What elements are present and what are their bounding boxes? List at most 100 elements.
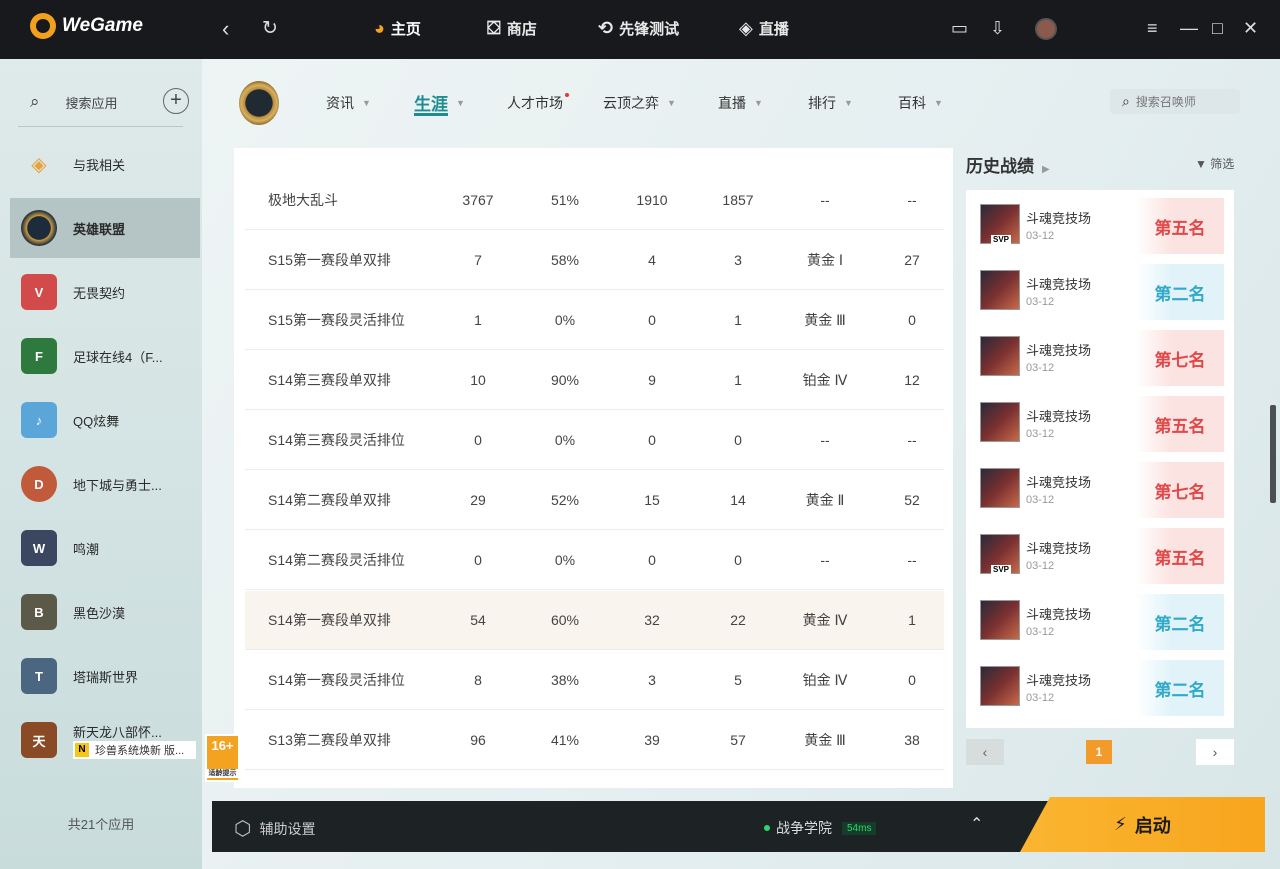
table-row[interactable]: S14第二赛段单双排 29 52% 15 14 黄金 Ⅱ 52 [245, 471, 944, 530]
placement-badge: 第二名 [1136, 264, 1224, 320]
age-rating: 16+ [211, 738, 234, 753]
sidebar-item-lol[interactable]: 英雄联盟 [10, 198, 200, 258]
messages-icon[interactable]: ▭ [951, 18, 968, 39]
sidebar-item-related[interactable]: ◈ 与我相关 [10, 134, 200, 194]
sidebar-item-label: 足球在线4（F... [73, 349, 163, 365]
age-rating-note: 适龄提示 [207, 769, 238, 778]
chevron-down-icon: ▼ [844, 98, 853, 108]
maximize-icon[interactable]: □ [1212, 18, 1223, 39]
game-mode: 斗魂竞技场 [1026, 541, 1092, 556]
sidebar-item-fifa[interactable]: F 足球在线4（F... [10, 326, 200, 386]
table-row[interactable]: S15第一赛段单双排 7 58% 4 3 黄金 Ⅰ 27 [245, 231, 944, 290]
summoner-search-input[interactable]: ⌕ 搜索召唤师 [1110, 89, 1240, 114]
match-date: 03-12 [1026, 296, 1055, 308]
tab-wiki[interactable]: 百科 ▼ [898, 93, 943, 113]
tier-cell: -- [820, 192, 830, 208]
tab-career[interactable]: 生涯 ▼ [414, 90, 465, 116]
nav-store-label: 商店 [506, 21, 537, 38]
table-row[interactable]: S14第一赛段单双排 54 60% 32 22 黄金 Ⅳ 1 [245, 591, 944, 650]
winrate-cell: 41% [550, 732, 580, 748]
winrate-cell: 0% [554, 432, 576, 448]
back-icon[interactable]: ‹ [222, 16, 229, 42]
sidebar-item-label: 无畏契约 [73, 285, 126, 301]
prev-page-button[interactable]: ‹ [966, 739, 1004, 765]
launch-bar: ⬡ 辅助设置 战争学院 54ms ⌃ ⚡ 启动 [212, 797, 1265, 852]
tab-label: 百科 [898, 95, 926, 111]
assist-settings-button[interactable]: ⬡ 辅助设置 [234, 816, 315, 841]
minimize-icon[interactable]: — [1180, 18, 1198, 39]
menu-icon[interactable]: ≡ [1147, 18, 1158, 39]
wins-cell: 15 [644, 492, 660, 508]
sidebar-item-tlbb[interactable]: 天 新天龙八部怀... [10, 710, 200, 770]
filter-label: 筛选 [1210, 157, 1235, 171]
sidebar-item-qqx5[interactable]: ♪ QQ炫舞 [10, 390, 200, 450]
table-row[interactable]: S14第三赛段灵活排位 0 0% 0 0 -- -- [245, 411, 944, 470]
match-history-item[interactable]: 斗魂竞技场 03-12 第五名 [966, 194, 1224, 254]
winrate-cell: 52% [550, 492, 580, 508]
nav-home[interactable]: ◕ 主页 [374, 18, 421, 39]
table-row[interactable]: S15第一赛段灵活排位 1 0% 0 1 黄金 Ⅲ 0 [245, 291, 944, 350]
table-row[interactable]: S14第二赛段灵活排位 0 0% 0 0 -- -- [245, 531, 944, 590]
tab-label: 直播 [718, 95, 746, 111]
match-history-item[interactable]: 斗魂竞技场 03-12 第七名 [966, 326, 1224, 386]
sidebar-item-dnf[interactable]: D 地下城与勇士... [10, 454, 200, 514]
scrollbar[interactable] [1270, 405, 1276, 503]
game-mode: 斗魂竞技场 [1026, 607, 1092, 622]
sidebar-item-label: 鸣潮 [73, 541, 100, 557]
points-cell: -- [907, 192, 917, 208]
nav-live[interactable]: ◈ 直播 [739, 18, 789, 39]
wuthering-app-icon: W [21, 530, 57, 566]
points-cell: 52 [904, 492, 920, 508]
winrate-cell: 60% [550, 612, 580, 628]
match-history-title[interactable]: 历史战绩 ▶ [966, 152, 1050, 177]
tab-news[interactable]: 资讯 ▼ [326, 93, 371, 113]
tab-ranking[interactable]: 排行 ▼ [808, 93, 853, 113]
sidebar-item-blackdesert[interactable]: B 黑色沙漠 [10, 582, 200, 642]
next-page-button[interactable]: › [1196, 739, 1234, 765]
app-search[interactable]: ⌕ 搜索应用 + [30, 88, 190, 114]
game-mode: 斗魂竞技场 [1026, 475, 1092, 490]
table-row[interactable]: S13第二赛段单双排 96 41% 39 57 黄金 Ⅲ 38 [245, 711, 944, 770]
table-row[interactable]: S14第一赛段灵活排位 8 38% 3 5 铂金 Ⅳ 0 [245, 651, 944, 710]
match-history-item[interactable]: 斗魂竞技场 03-12 第二名 [966, 656, 1224, 716]
match-history-item[interactable]: 斗魂竞技场 03-12 第五名 [966, 524, 1224, 584]
update-notice-badge[interactable]: N 珍兽系统焕新 版... [73, 741, 196, 759]
sidebar-item-tarisland[interactable]: T 塔瑞斯世界 [10, 646, 200, 706]
close-icon[interactable]: ✕ [1243, 18, 1258, 39]
update-notice-text: 珍兽系统焕新 版... [95, 745, 185, 757]
server-selector[interactable]: 战争学院 54ms [764, 818, 877, 838]
tab-live[interactable]: 直播 ▼ [718, 93, 763, 113]
chevron-down-icon: ▼ [456, 97, 465, 108]
game-mode: 斗魂竞技场 [1026, 409, 1092, 424]
user-avatar[interactable] [1035, 18, 1057, 40]
lightning-circle-icon: ⟲ [598, 18, 614, 38]
sidebar-item-wuthering[interactable]: W 鸣潮 [10, 518, 200, 578]
add-app-icon[interactable]: + [163, 88, 189, 114]
table-row[interactable]: S14第三赛段单双排 10 90% 9 1 铂金 Ⅳ 12 [245, 351, 944, 410]
chevron-up-icon[interactable]: ⌃ [970, 814, 983, 834]
nav-pioneer-test[interactable]: ⟲ 先锋测试 [598, 18, 679, 39]
app-sidebar: ⌕ 搜索应用 + ◈ 与我相关 英雄联盟 V 无畏契约 F 足球在线4（F...… [0, 59, 202, 869]
sidebar-item-valorant[interactable]: V 无畏契约 [10, 262, 200, 322]
filter-button[interactable]: ▼ 筛选 [1195, 155, 1234, 172]
match-history-item[interactable]: 斗魂竞技场 03-12 第五名 [966, 392, 1224, 452]
launch-button[interactable]: ⚡ 启动 [1020, 797, 1265, 852]
wins-cell: 39 [644, 732, 660, 748]
nav-home-label: 主页 [390, 21, 421, 38]
placement-badge: 第五名 [1136, 198, 1224, 254]
sidebar-item-label: 黑色沙漠 [73, 605, 126, 621]
download-icon[interactable]: ⇩ [990, 18, 1005, 39]
refresh-icon[interactable]: ↻ [262, 16, 278, 42]
wegame-logo[interactable]: WeGame [30, 13, 143, 39]
qqx5-app-icon: ♪ [21, 402, 57, 438]
page-number-current[interactable]: 1 [1086, 740, 1112, 764]
match-history-item[interactable]: 斗魂竞技场 03-12 第二名 [966, 590, 1224, 650]
nav-store[interactable]: ⛋ 商店 [487, 18, 537, 39]
match-history-item[interactable]: 斗魂竞技场 03-12 第七名 [966, 458, 1224, 518]
pacman-icon: ◕ [374, 18, 385, 38]
tab-label: 排行 [808, 95, 836, 111]
match-history-item[interactable]: 斗魂竞技场 03-12 第二名 [966, 260, 1224, 320]
table-row[interactable]: 极地大乱斗 3767 51% 1910 1857 -- -- [245, 171, 944, 230]
tab-tft[interactable]: 云顶之弈 ▼ [603, 93, 676, 113]
tab-talent-market[interactable]: 人才市场 [507, 93, 569, 113]
